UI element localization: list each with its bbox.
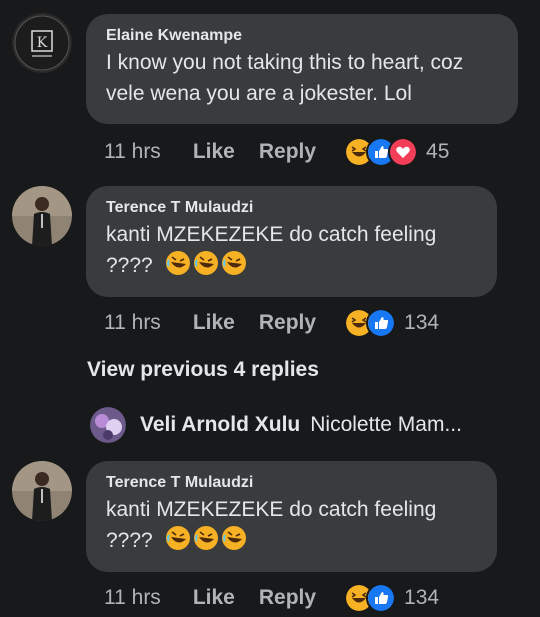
comment-actions: 11 hrs Like Reply 134 [104,308,439,338]
comment-author[interactable]: Terence T Mulaudzi [106,473,477,493]
avatar[interactable]: K [12,13,72,73]
rofl-emoji-icon [165,526,190,550]
svg-text:K: K [37,35,48,51]
comment-time[interactable]: 11 hrs [104,140,161,164]
reaction-count: 134 [404,311,440,334]
avatar[interactable] [12,186,72,246]
like-button[interactable]: Like [193,311,235,335]
like-button[interactable]: Like [193,140,235,164]
like-button[interactable]: Like [193,586,235,610]
rofl-emoji-icon [193,251,218,275]
reply-snippet: Nicolette Mam... [310,413,462,436]
view-previous-replies-link[interactable]: View previous 4 replies [87,358,319,382]
rofl-emoji-icon [221,251,246,275]
like-icon [366,583,397,613]
reply-button[interactable]: Reply [259,586,316,610]
comment-text: kanti MZEKEZEKE do catch feeling ???? [106,219,477,281]
comment-time[interactable]: 11 hrs [104,311,161,335]
like-icon [366,308,397,338]
emoji-row [165,525,247,551]
reply-author[interactable]: Veli Arnold Xulu [140,413,300,437]
reply-button[interactable]: Reply [259,311,316,335]
reaction-count: 134 [404,586,440,609]
comment-actions: 11 hrs Like Reply 134 [104,583,439,613]
rofl-emoji-icon [193,526,218,550]
comment-author[interactable]: Terence T Mulaudzi [106,198,477,218]
rofl-emoji-icon [221,526,246,550]
comment-text-content: kanti MZEKEZEKE do catch feeling ???? [106,223,437,277]
reaction-summary[interactable]: 134 [344,308,439,338]
love-icon [388,137,419,167]
avatar[interactable] [12,461,72,521]
comment-text: kanti MZEKEZEKE do catch feeling ???? [106,494,477,556]
reaction-summary[interactable]: 45 [344,137,449,167]
reaction-count: 45 [426,140,450,163]
reply-preview[interactable]: Veli Arnold Xulu Nicolette Mam... [90,407,530,443]
comment-author[interactable]: Elaine Kwenampe [106,26,498,46]
comment-actions: 11 hrs Like Reply 45 [104,137,449,167]
comment-time[interactable]: 11 hrs [104,586,161,610]
emoji-row [165,250,247,276]
comment-text: I know you not taking this to heart, coz… [106,51,464,105]
comment-bubble: Terence T Mulaudzi kanti MZEKEZEKE do ca… [86,186,497,297]
rofl-emoji-icon [165,251,190,275]
reply-button[interactable]: Reply [259,140,316,164]
avatar[interactable] [90,407,126,443]
comment-text-content: kanti MZEKEZEKE do catch feeling ???? [106,498,437,552]
comment-bubble: Terence T Mulaudzi kanti MZEKEZEKE do ca… [86,461,497,572]
comment-bubble: Elaine Kwenampe I know you not taking th… [86,14,518,124]
reaction-summary[interactable]: 134 [344,583,439,613]
